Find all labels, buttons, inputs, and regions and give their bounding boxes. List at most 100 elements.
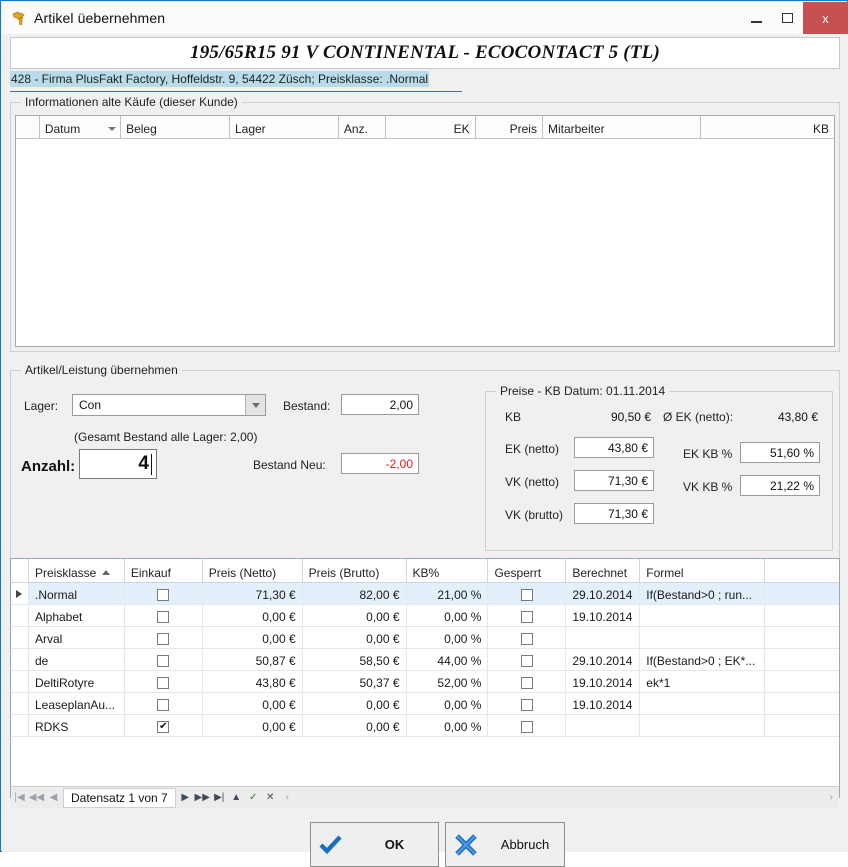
table-row[interactable]: de 50,87 €58,50 €44,00 % 29.10.2014 If(Best…	[11, 649, 839, 671]
ek-netto-field[interactable]: 43,80 €	[574, 437, 654, 458]
table-cell: 44,00 %	[407, 649, 489, 670]
nav-next-page-button[interactable]: ▶▶	[194, 788, 211, 808]
table-row[interactable]: RDKS ✔ 0,00 €0,00 €0,00 %	[11, 715, 839, 737]
gesamt-bestand-note: (Gesamt Bestand alle Lager: 2,00)	[74, 430, 258, 444]
priceclass-column-header[interactable]: Einkauf	[125, 559, 203, 582]
table-cell: 52,00 %	[407, 671, 489, 692]
einkauf-checkbox[interactable]	[125, 627, 203, 648]
record-navigator: |◀ ◀◀ ◀ Datensatz 1 von 7 ▶ ▶▶ ▶| ▲ ✓ ✕ …	[11, 786, 839, 808]
table-cell: 19.10.2014	[566, 605, 641, 626]
row-indicator[interactable]	[11, 693, 29, 714]
nav-new-record-button[interactable]: ▲	[228, 788, 245, 808]
nav-commit-button[interactable]: ✓	[245, 788, 262, 808]
purchases-column-header[interactable]: Mitarbeiter	[543, 116, 702, 138]
vk-netto-field[interactable]: 71,30 €	[574, 470, 654, 491]
nav-prev-page-button[interactable]: ◀◀	[28, 788, 45, 808]
sort-ascending-icon[interactable]	[102, 570, 111, 575]
table-cell: de	[29, 649, 125, 670]
purchases-grid[interactable]: Datum Beleg Lager Anz. EK Preis Mitarbeiter KB	[15, 115, 835, 347]
purchases-column-header[interactable]: KB	[701, 116, 834, 138]
row-indicator[interactable]	[11, 649, 29, 670]
table-cell: LeaseplanAu...	[29, 693, 125, 714]
table-row[interactable]: Alphabet 0,00 €0,00 €0,00 % 19.10.2014	[11, 605, 839, 627]
maximize-button[interactable]	[772, 2, 803, 34]
nav-cancel-button[interactable]: ✕	[262, 788, 279, 808]
ok-button[interactable]: OK	[310, 822, 439, 867]
prices-group-title: Preise - KB Datum: 01.11.2014	[496, 384, 670, 398]
priceclass-grid[interactable]: Preisklasse Einkauf Preis (Netto) Preis (Br…	[10, 558, 840, 798]
gesperrt-checkbox[interactable]	[488, 693, 567, 714]
row-indicator[interactable]	[11, 583, 29, 604]
nav-last-button[interactable]: ▶|	[211, 788, 228, 808]
purchases-column-label: EK	[453, 121, 470, 136]
table-row[interactable]: Arval 0,00 €0,00 €0,00 %	[11, 627, 839, 649]
table-cell: 0,00 €	[203, 693, 303, 714]
row-indicator[interactable]	[11, 715, 29, 736]
nav-record-label[interactable]: Datensatz 1 von 7	[63, 787, 176, 808]
maximize-icon	[782, 13, 793, 23]
priceclass-column-header[interactable]: Preis (Netto)	[203, 559, 303, 582]
priceclass-column-label: Gesperrt	[494, 565, 542, 580]
gesperrt-checkbox[interactable]	[488, 649, 567, 670]
einkauf-checkbox[interactable]	[125, 649, 203, 670]
einkauf-checkbox[interactable]	[124, 583, 203, 604]
purchases-column-header[interactable]: Anz.	[339, 116, 387, 138]
chevron-down-icon[interactable]	[108, 126, 117, 131]
ek-kb-field[interactable]: 51,60 %	[740, 442, 820, 463]
nav-filter-button[interactable]: ‹	[279, 788, 296, 808]
priceclass-column-header[interactable]: Preis (Brutto)	[303, 559, 407, 582]
minimize-button[interactable]	[741, 2, 772, 34]
priceclass-column-header[interactable]: Berechnet	[566, 559, 641, 582]
table-row[interactable]: LeaseplanAu... 0,00 €0,00 €0,00 % 19.10.20…	[11, 693, 839, 715]
vk-brutto-field[interactable]: 71,30 €	[574, 503, 654, 524]
purchases-column-label: KB	[812, 121, 829, 136]
table-cell: 0,00 €	[203, 715, 303, 736]
row-indicator[interactable]	[11, 605, 29, 626]
priceclass-grid-body: .Normal 71,30 €82,00 €21,00 % 29.10.2014 If…	[11, 583, 840, 737]
gesperrt-checkbox[interactable]	[488, 583, 567, 604]
close-button[interactable]: x	[803, 2, 848, 34]
hammer-icon	[10, 9, 28, 27]
gesperrt-checkbox[interactable]	[488, 627, 567, 648]
table-cell: 0,00 €	[203, 605, 303, 626]
gesperrt-checkbox[interactable]	[488, 671, 567, 692]
checkbox-checked-icon: ✔	[157, 721, 170, 733]
table-row[interactable]: DeltiRotyre 43,80 €50,37 €52,00 % 19.10.20…	[11, 671, 839, 693]
einkauf-checkbox[interactable]: ✔	[125, 715, 203, 736]
einkauf-checkbox[interactable]	[125, 605, 203, 626]
chevron-down-icon[interactable]	[245, 395, 265, 415]
priceclass-column-header[interactable]: Preisklasse	[29, 559, 125, 582]
purchases-column-header[interactable]: EK	[386, 116, 476, 138]
table-row[interactable]: .Normal 71,30 €82,00 €21,00 % 29.10.2014 If…	[11, 583, 840, 605]
cancel-button[interactable]: Abbruch	[445, 822, 565, 867]
anzahl-input[interactable]: 4	[79, 449, 157, 479]
row-indicator[interactable]	[11, 627, 29, 648]
lager-combobox[interactable]: Con	[72, 394, 266, 416]
nav-next-button[interactable]: ▶	[177, 788, 194, 808]
einkauf-checkbox[interactable]	[125, 671, 203, 692]
priceclass-column-header[interactable]	[765, 559, 839, 582]
purchases-column-header[interactable]: Datum	[40, 116, 122, 138]
table-cell: 0,00 %	[407, 715, 489, 736]
ek-kb-label: EK KB %	[683, 447, 733, 461]
purchases-column-header[interactable]: Lager	[230, 116, 339, 138]
nav-first-button[interactable]: |◀	[11, 788, 28, 808]
purchases-column-header[interactable]: Preis	[476, 116, 543, 138]
priceclass-column-header[interactable]: KB%	[407, 559, 489, 582]
einkauf-checkbox[interactable]	[125, 693, 203, 714]
purchases-column-header[interactable]: Beleg	[121, 116, 230, 138]
bestand-neu-field[interactable]: -2,00	[341, 453, 419, 474]
priceclass-column-header[interactable]: Gesperrt	[488, 559, 567, 582]
vk-brutto-label: VK (brutto)	[505, 508, 564, 522]
row-indicator[interactable]	[11, 671, 29, 692]
vk-kb-field[interactable]: 21,22 %	[740, 475, 820, 496]
bestand-field[interactable]: 2,00	[341, 394, 419, 415]
nav-scroll-right-button[interactable]: ›	[830, 792, 839, 803]
kb-label: KB	[505, 410, 522, 424]
table-cell	[640, 715, 766, 736]
window-title: Artikel üebernehmen	[34, 10, 166, 26]
gesperrt-checkbox[interactable]	[488, 715, 567, 736]
nav-prev-button[interactable]: ◀	[45, 788, 62, 808]
gesperrt-checkbox[interactable]	[488, 605, 567, 626]
priceclass-column-header[interactable]: Formel	[640, 559, 766, 582]
